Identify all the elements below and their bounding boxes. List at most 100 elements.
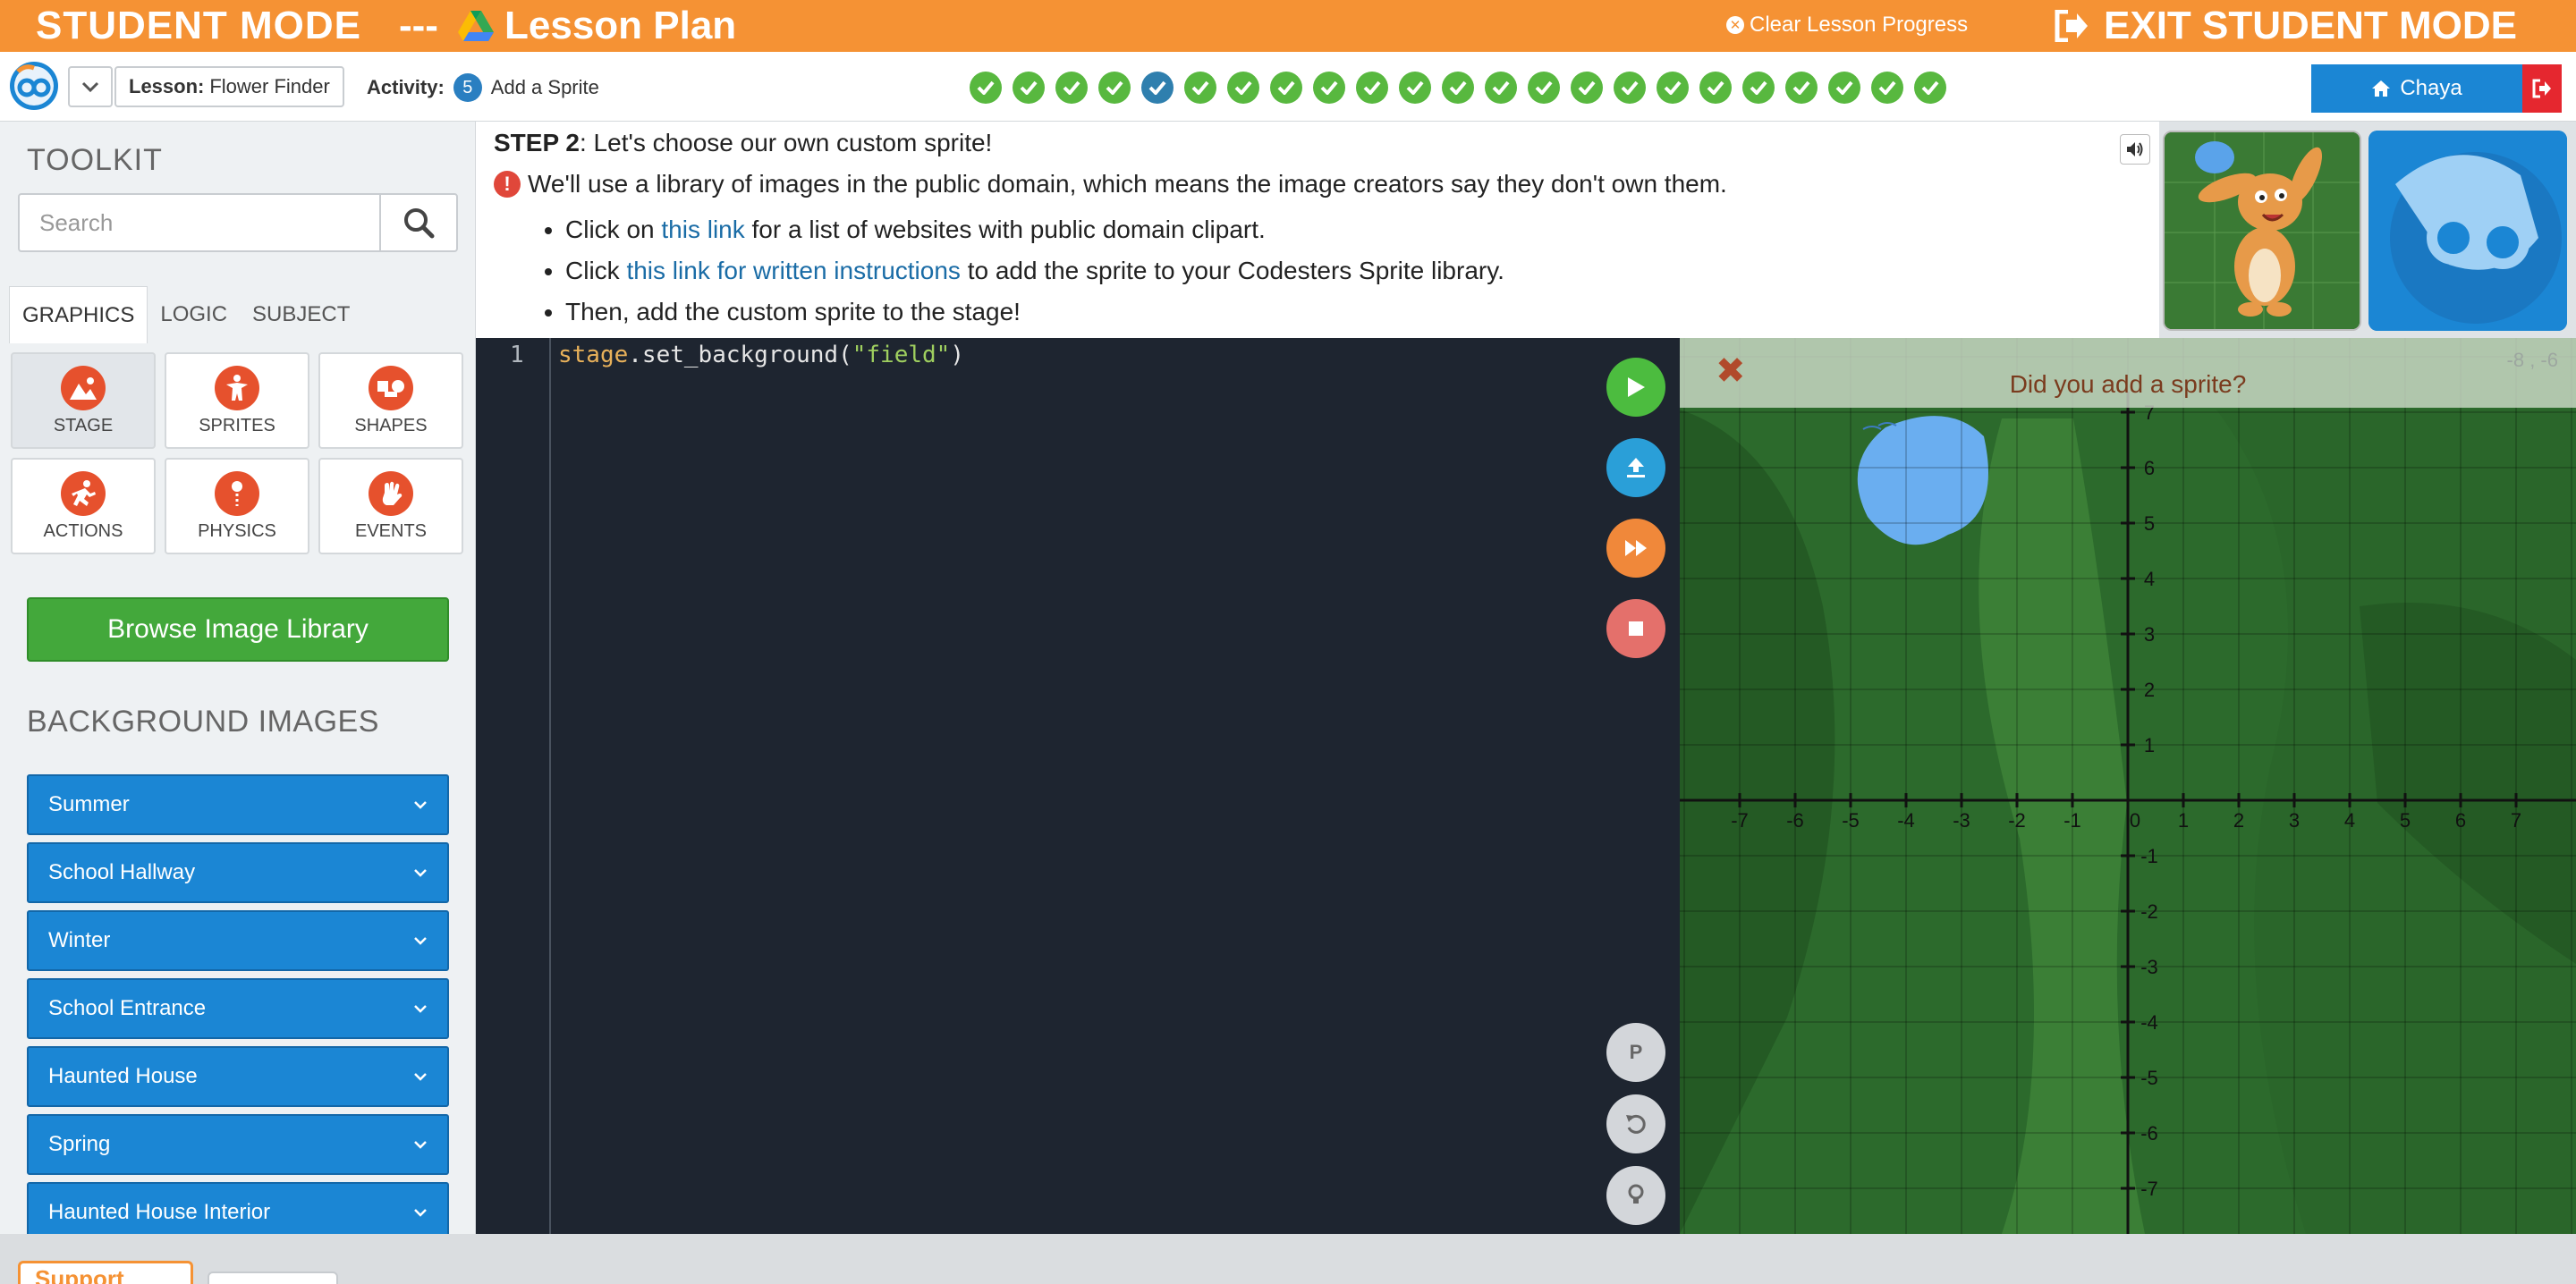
user-name: Chaya — [2400, 76, 2462, 100]
bullet-text: for a list of websites with public domai… — [744, 215, 1266, 243]
codesters-logo-icon[interactable] — [9, 61, 59, 111]
x-tick-label: -5 — [1842, 809, 1860, 832]
bullet-text: to add the sprite to your Codesters Spri… — [960, 257, 1504, 284]
category-events[interactable]: EVENTS — [318, 458, 463, 554]
progress-step[interactable] — [1141, 72, 1174, 104]
reset-button[interactable] — [1606, 1094, 1665, 1153]
x-tick-label: 1 — [2178, 809, 2189, 832]
stage-grid: -7 -6 -5 -4 -3 -2 -1 0 1 2 3 4 5 6 77654321-1-2-3-4-5-… — [1680, 338, 2576, 1234]
p-button-label: P — [1629, 1041, 1643, 1063]
progress-step[interactable] — [1871, 72, 1903, 104]
lesson-selector[interactable]: Lesson: Flower Finder — [114, 66, 344, 107]
user-account-button[interactable]: Chaya — [2311, 64, 2522, 113]
written-instructions-link[interactable]: this link for written instructions — [626, 257, 960, 284]
progress-step[interactable] — [1184, 72, 1216, 104]
code-line[interactable]: stage.set_background("field") — [558, 342, 964, 368]
background-image-item[interactable]: Haunted House Interior — [27, 1182, 449, 1234]
shapes-icon — [369, 365, 413, 410]
progress-step[interactable] — [1828, 72, 1860, 104]
progress-step[interactable] — [1528, 72, 1560, 104]
p-button[interactable]: P — [1606, 1023, 1665, 1082]
checkmark-icon — [1106, 80, 1123, 95]
category-shapes[interactable]: SHAPES — [318, 352, 463, 449]
browse-image-library-button[interactable]: Browse Image Library — [27, 597, 449, 662]
progress-step[interactable] — [1657, 72, 1689, 104]
bottom-bar: Support — [0, 1234, 2576, 1284]
stage-canvas[interactable]: -7 -6 -5 -4 -3 -2 -1 0 1 2 3 4 5 6 7 7 6 5 4 3 2 1 -1 -2 -3 -4 -5-… — [1680, 338, 2576, 1234]
background-image-label: Haunted House — [48, 1064, 198, 1088]
bottom-pill-control[interactable] — [208, 1271, 338, 1284]
background-image-item[interactable]: School Entrance — [27, 978, 449, 1039]
stage-icon — [61, 365, 106, 410]
background-image-item[interactable]: School Hallway — [27, 842, 449, 903]
progress-step[interactable] — [1614, 72, 1646, 104]
run-button[interactable] — [1606, 358, 1665, 417]
background-image-label: Summer — [48, 792, 130, 816]
progress-step[interactable] — [1785, 72, 1818, 104]
progress-step[interactable] — [970, 72, 1002, 104]
y-tick-label: 4 — [2144, 568, 2155, 590]
feedback-banner: ✖ Did you add a sprite? — [1680, 338, 2576, 408]
upload-icon — [1627, 458, 1645, 477]
category-actions[interactable]: ACTIONS — [11, 458, 156, 554]
progress-step[interactable] — [1399, 72, 1431, 104]
category-physics[interactable]: PHYSICS — [165, 458, 309, 554]
lesson-plan-link[interactable]: Lesson Plan — [504, 4, 736, 48]
background-image-item[interactable]: Summer — [27, 774, 449, 835]
checkmark-icon — [1707, 80, 1724, 95]
progress-step[interactable] — [1699, 72, 1732, 104]
tab-logic[interactable]: LOGIC — [148, 286, 240, 343]
student-mode-label: STUDENT MODE — [36, 4, 361, 47]
search-button[interactable] — [379, 193, 458, 252]
background-image-item[interactable]: Winter — [27, 910, 449, 971]
progress-step[interactable] — [1914, 72, 1946, 104]
code-editor[interactable]: 1 stage.set_background("field") — [476, 338, 1594, 1234]
upload-button[interactable] — [1606, 438, 1665, 497]
line-number: 1 — [510, 342, 524, 368]
category-stage[interactable]: STAGE — [11, 352, 156, 449]
progress-step[interactable] — [1313, 72, 1345, 104]
progress-step[interactable] — [1055, 72, 1088, 104]
progress-step[interactable] — [1442, 72, 1474, 104]
x-tick-label: 3 — [2289, 809, 2300, 832]
speaker-button[interactable] — [2120, 134, 2150, 165]
lesson-menu-dropdown[interactable] — [68, 66, 113, 107]
progress-step[interactable] — [1356, 72, 1388, 104]
clear-progress-button[interactable]: ✕ Clear Lesson Progress — [1726, 13, 1968, 38]
progress-step[interactable] — [1013, 72, 1045, 104]
stop-button[interactable] — [1606, 599, 1665, 658]
background-image-label: School Entrance — [48, 996, 207, 1020]
example-preview-thumbnail[interactable] — [2163, 131, 2361, 331]
background-image-item[interactable]: Haunted House — [27, 1046, 449, 1107]
progress-step[interactable] — [1098, 72, 1131, 104]
background-image-item[interactable]: Spring — [27, 1114, 449, 1175]
logout-button[interactable] — [2522, 64, 2562, 113]
x-tick-label: 7 — [2511, 809, 2521, 832]
category-sprites[interactable]: SPRITES — [165, 352, 309, 449]
tab-graphics[interactable]: GRAPHICS — [9, 286, 148, 343]
y-tick-label: -4 — [2140, 1011, 2158, 1034]
toolkit-search-input[interactable]: Search — [18, 193, 381, 252]
y-tick-label: -7 — [2140, 1178, 2158, 1200]
y-tick-label: -6 — [2140, 1122, 2158, 1145]
exit-student-mode-button[interactable]: EXIT STUDENT MODE — [2054, 4, 2517, 48]
background-images-list: Summer School Hallway Winter School Entranc… — [27, 774, 449, 1234]
y-tick-label: 6 — [2144, 457, 2155, 479]
step-label: STEP 2 — [494, 129, 580, 156]
activity-prefix: Activity: — [367, 76, 445, 98]
fast-forward-button[interactable] — [1606, 519, 1665, 578]
background-image-label: School Hallway — [48, 860, 196, 884]
progress-step[interactable] — [1270, 72, 1302, 104]
bullet-text: Click on — [565, 215, 662, 243]
undo-icon — [1626, 1114, 1646, 1134]
lesson-name: Flower Finder — [209, 75, 330, 97]
progress-step[interactable] — [1742, 72, 1775, 104]
tab-subject[interactable]: SUBJECT — [240, 286, 362, 343]
progress-step[interactable] — [1485, 72, 1517, 104]
clipart-sites-link[interactable]: this link — [661, 215, 744, 243]
student-mode-bar: STUDENT MODE --- Lesson Plan ✕ Clear Les… — [0, 0, 2576, 52]
hint-button[interactable] — [1606, 1166, 1665, 1225]
progress-step[interactable] — [1227, 72, 1259, 104]
progress-step[interactable] — [1571, 72, 1603, 104]
support-button[interactable]: Support — [18, 1261, 193, 1284]
